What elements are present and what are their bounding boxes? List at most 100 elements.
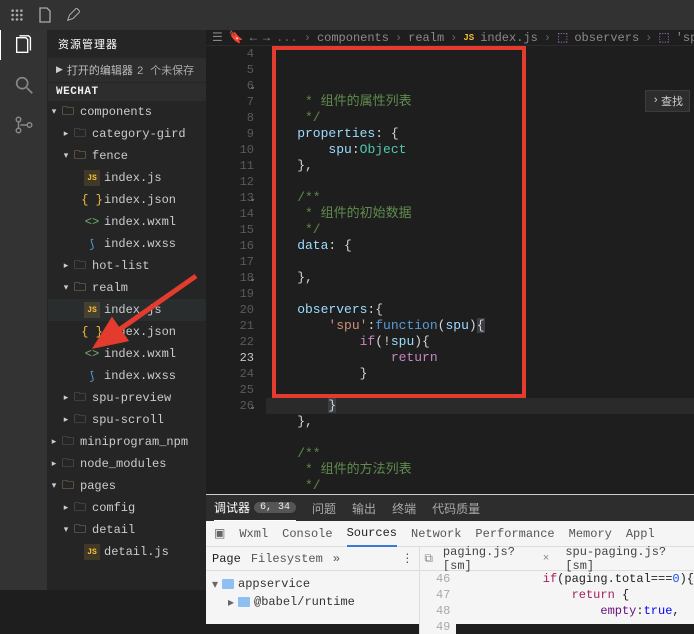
explorer-title: 资源管理器 bbox=[48, 30, 206, 58]
editor-area: JSdetail.js<>detail.wxmlJSindex.js{ }det… bbox=[206, 30, 694, 590]
tree-folder[interactable]: ▸🗀category-gird bbox=[48, 123, 206, 145]
sources-file-tree[interactable]: ▾ appservice ▸@babel/runtime bbox=[206, 571, 419, 615]
chevron-right-icon: ▸ bbox=[48, 459, 60, 469]
forward-icon[interactable]: → bbox=[263, 31, 270, 45]
code-content[interactable]: * 组件的属性列表 */ properties: { spu:Object },… bbox=[266, 46, 694, 494]
open-editors-header[interactable]: ▶ 打开的编辑器 2 个未保存 bbox=[48, 58, 206, 82]
devtools-tab[interactable]: Memory bbox=[569, 527, 612, 541]
file-icon[interactable] bbox=[38, 7, 52, 23]
panel-tab[interactable]: 代码质量 bbox=[432, 500, 480, 517]
chevron-right-icon: ▸ bbox=[228, 595, 234, 610]
badge: 6, 34 bbox=[254, 502, 296, 513]
panel-tab[interactable]: 调试器6, 34 bbox=[214, 495, 296, 521]
devtools-tab[interactable]: Console bbox=[282, 527, 332, 541]
sources-tree-item[interactable]: ▾ appservice bbox=[212, 575, 413, 593]
breadcrumb-item[interactable]: observers bbox=[574, 31, 639, 45]
debug-panel: 调试器6, 34 问题输出终端代码质量 ▣ Wxml Console Sources N… bbox=[206, 494, 694, 624]
chevron-right-icon: ▸ bbox=[60, 261, 72, 271]
filesystem-tab[interactable]: Filesystem bbox=[251, 552, 323, 566]
page-tab[interactable]: Page bbox=[212, 552, 241, 566]
close-icon[interactable]: × bbox=[543, 553, 550, 565]
breadcrumb-item[interactable]: index.js bbox=[480, 31, 538, 45]
element-picker-icon[interactable]: ▣ bbox=[214, 526, 225, 541]
tree-file[interactable]: { }index.json bbox=[48, 189, 206, 211]
chevron-down-icon: ▾ bbox=[212, 577, 218, 592]
panel-tabs: 调试器6, 34 问题输出终端代码质量 bbox=[206, 495, 694, 521]
devtools-tab[interactable]: Network bbox=[411, 527, 461, 541]
activity-bar bbox=[0, 30, 48, 590]
tree-folder[interactable]: ▸🗀spu-preview bbox=[48, 387, 206, 409]
devtools-tabs: ▣ Wxml Console Sources Network Performance Me… bbox=[206, 521, 694, 547]
open-editors-count: 2 个未保存 bbox=[137, 62, 194, 78]
chevron-down-icon: ▾ bbox=[60, 151, 72, 161]
panel-tab[interactable]: 终端 bbox=[392, 500, 416, 517]
more-icon[interactable]: ⋮ bbox=[401, 551, 413, 566]
tree-folder[interactable]: ▾🗀detail bbox=[48, 519, 206, 541]
line-gutter: 456⌄78910111213⌄1415161718⌄1920212223242… bbox=[206, 46, 266, 494]
dock-icon[interactable]: ⧉ bbox=[424, 552, 433, 566]
workspace-header[interactable]: WECHAT bbox=[48, 83, 206, 101]
overflow-icon[interactable]: » bbox=[333, 552, 340, 566]
list-icon[interactable]: ☰ bbox=[212, 30, 223, 45]
sources-file-header: ⧉ paging.js? [sm] × spu-paging.js? [sm] bbox=[420, 547, 694, 571]
source-tab[interactable]: paging.js? [sm] × bbox=[437, 545, 555, 573]
breadcrumb-item[interactable]: realm bbox=[408, 31, 444, 45]
app-menu-icon[interactable] bbox=[10, 8, 24, 22]
tree-label: spu-preview bbox=[92, 391, 171, 405]
source-tab[interactable]: spu-paging.js? [sm] bbox=[559, 545, 694, 573]
tree-folder[interactable]: ▾🗀components bbox=[48, 101, 206, 123]
bookmark-icon[interactable]: 🔖 bbox=[229, 30, 244, 45]
breadcrumb-item[interactable]: components bbox=[317, 31, 389, 45]
tree-folder[interactable]: ▾🗀fence bbox=[48, 145, 206, 167]
tree-folder[interactable]: ▸🗀spu-scroll bbox=[48, 409, 206, 431]
tree-folder[interactable]: ▾🗀pages bbox=[48, 475, 206, 497]
panel-tab[interactable]: 输出 bbox=[352, 500, 376, 517]
explorer-icon[interactable] bbox=[13, 34, 35, 60]
devtools-tab[interactable]: Appl bbox=[626, 527, 655, 541]
tree-folder[interactable]: ▸🗀comfig bbox=[48, 497, 206, 519]
back-icon[interactable]: ← bbox=[250, 31, 257, 45]
tree-label: spu-scroll bbox=[92, 413, 164, 427]
folder-icon bbox=[222, 579, 234, 589]
tree-label: index.wxss bbox=[104, 237, 176, 251]
tree-file[interactable]: ⟆index.wxss bbox=[48, 233, 206, 255]
breadcrumbs[interactable]: ☰ 🔖 ← → ... › components › realm › JS in… bbox=[206, 30, 694, 46]
chevron-right-icon: ▸ bbox=[60, 415, 72, 425]
sources-code[interactable]: 46474849 if(paging.total===0){ return { … bbox=[420, 571, 694, 634]
js-icon: JS bbox=[463, 33, 474, 43]
devtools-tab[interactable]: Sources bbox=[347, 521, 397, 547]
tree-label: comfig bbox=[92, 501, 135, 515]
devtools-tab[interactable]: Wxml bbox=[239, 527, 268, 541]
devtools-tab[interactable]: Performance bbox=[475, 527, 554, 541]
tree-label: appservice bbox=[238, 577, 310, 591]
tree-file[interactable]: JSdetail.js bbox=[48, 541, 206, 563]
source-control-icon[interactable] bbox=[13, 114, 35, 140]
tree-label: index.wxml bbox=[104, 215, 176, 229]
chevron-right-icon: ▸ bbox=[60, 503, 72, 513]
code-editor[interactable]: 456⌄78910111213⌄1415161718⌄1920212223242… bbox=[206, 46, 694, 494]
tree-label: miniprogram_npm bbox=[80, 435, 188, 449]
chevron-right-icon: ▸ bbox=[60, 393, 72, 403]
tree-label: pages bbox=[80, 479, 116, 493]
chevron-down-icon: ▾ bbox=[48, 481, 60, 491]
tree-label: detail bbox=[92, 523, 135, 537]
chevron-right-icon: ▶ bbox=[56, 65, 63, 75]
chevron-down-icon: ▾ bbox=[60, 283, 72, 293]
tree-folder[interactable]: ▸🗀miniprogram_npm bbox=[48, 431, 206, 453]
tree-label: fence bbox=[92, 149, 128, 163]
breadcrumb-item[interactable]: 'spu' bbox=[676, 31, 694, 45]
sources-tree-item[interactable]: ▸@babel/runtime bbox=[212, 593, 413, 611]
chevron-down-icon: ▾ bbox=[48, 107, 60, 117]
sources-left-pane: Page Filesystem » ⋮ ▾ appservice ▸@babel/r… bbox=[206, 547, 420, 634]
project-name: WECHAT bbox=[56, 86, 99, 98]
folder-icon bbox=[238, 597, 250, 607]
tree-file[interactable]: <>index.wxml bbox=[48, 211, 206, 233]
tree-folder[interactable]: ▸🗀node_modules bbox=[48, 453, 206, 475]
chevron-right-icon: ▸ bbox=[48, 437, 60, 447]
tree-label: components bbox=[80, 105, 152, 119]
panel-tab[interactable]: 问题 bbox=[312, 500, 336, 517]
tree-file[interactable]: JSindex.js bbox=[48, 167, 206, 189]
tree-label: node_modules bbox=[80, 457, 166, 471]
search-icon[interactable] bbox=[13, 74, 35, 100]
edit-icon[interactable] bbox=[66, 8, 80, 22]
